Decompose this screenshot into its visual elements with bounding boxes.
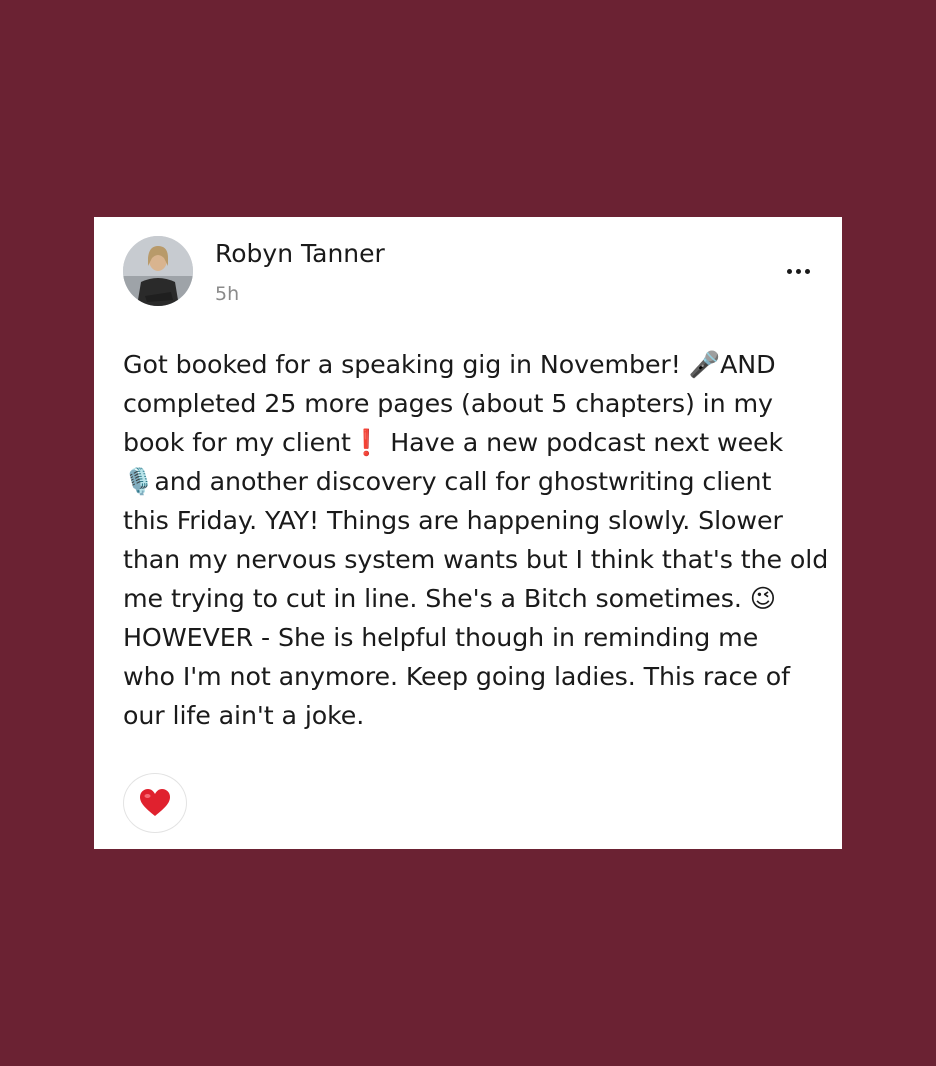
post-text-line: our life ain't a joke. (123, 701, 365, 730)
post-text-line: who I'm not anymore. Keep going ladies. … (123, 662, 790, 691)
post-text-line: book for my client❗ Have a new podcast n… (123, 428, 784, 457)
more-horizontal-icon (786, 268, 792, 274)
post-text-line: completed 25 more pages (about 5 chapter… (123, 389, 773, 418)
post-text-line: this Friday. YAY! Things are happening s… (123, 506, 783, 535)
post-text-line: HOWEVER - She is helpful though in remin… (123, 623, 759, 652)
post-text-line: 🎙️and another discovery call for ghostwr… (123, 467, 772, 496)
heart-icon (140, 789, 170, 816)
post-text-line: than my nervous system wants but I think… (123, 545, 829, 574)
post-text-line: Got booked for a speaking gig in Novembe… (123, 350, 776, 379)
author-name[interactable]: Robyn Tanner (215, 239, 385, 268)
post-card: Robyn Tanner 5h Got booked for a speakin… (94, 217, 842, 849)
heart-reaction-button[interactable] (123, 773, 187, 833)
avatar-photo (123, 236, 193, 306)
post-text-line: me trying to cut in line. She's a Bitch … (123, 584, 776, 613)
post-text: Got booked for a speaking gig in Novembe… (123, 345, 829, 735)
more-options-button[interactable] (778, 257, 818, 285)
post-timestamp: 5h (215, 283, 240, 305)
avatar[interactable] (123, 236, 193, 306)
